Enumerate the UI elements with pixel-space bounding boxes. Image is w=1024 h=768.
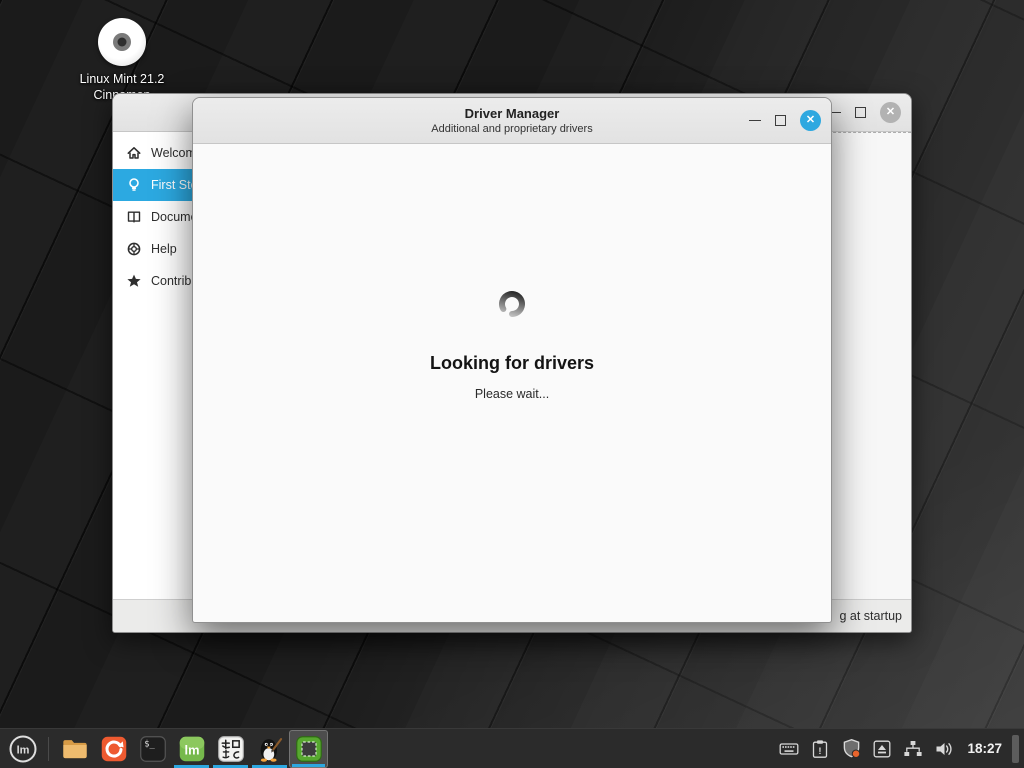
home-icon <box>126 145 142 161</box>
removable-media-icon[interactable] <box>871 738 893 760</box>
status-message: Please wait... <box>475 387 549 401</box>
window-subtitle: Additional and proprietary drivers <box>193 123 831 135</box>
system-tray: ! <box>778 738 955 760</box>
minimize-icon[interactable] <box>749 120 761 122</box>
status-heading: Looking for drivers <box>430 353 594 374</box>
volume-icon[interactable] <box>933 738 955 760</box>
active-window-indicator <box>252 765 287 768</box>
window-button-input-method[interactable] <box>211 730 250 768</box>
launcher-terminal[interactable]: $_ <box>133 730 172 768</box>
desktop-icon-label-line1: Linux Mint 21.2 <box>64 72 180 88</box>
input-method-icon <box>217 735 245 763</box>
keyboard-layout-icon[interactable] <box>778 738 800 760</box>
desktop-icon-linux-mint-iso[interactable]: Linux Mint 21.2 Cinnamon <box>64 18 180 103</box>
tux-penguin-icon <box>256 735 284 763</box>
window-title: Driver Manager <box>193 106 831 121</box>
show-at-startup-label[interactable]: g at startup <box>839 609 902 623</box>
window-button-welcome-app[interactable]: lm <box>172 730 211 768</box>
active-window-indicator <box>292 764 325 767</box>
lightbulb-icon <box>126 177 142 193</box>
sidebar-item-label: Help <box>151 242 177 256</box>
window-button-tux-tool[interactable] <box>250 730 289 768</box>
maximize-icon[interactable] <box>775 115 786 126</box>
welcome-window-controls: ✕ <box>829 94 901 131</box>
window-button-screenshot-tool[interactable] <box>289 730 328 768</box>
close-icon[interactable]: ✕ <box>880 102 901 123</box>
network-icon[interactable] <box>902 738 924 760</box>
lifebuoy-icon <box>126 241 142 257</box>
book-icon <box>126 209 142 225</box>
close-icon[interactable]: ✕ <box>800 110 821 131</box>
svg-text:lm: lm <box>17 744 30 756</box>
taskbar-separator <box>48 737 49 761</box>
show-desktop-button[interactable] <box>1012 735 1019 763</box>
launcher-web-browser[interactable] <box>94 730 133 768</box>
screenshot-tool-icon <box>295 735 323 763</box>
terminal-icon: $_ <box>139 735 167 763</box>
clock[interactable]: 18:27 <box>967 741 1002 756</box>
taskbar: lm $_ <box>0 728 1024 768</box>
launcher-file-manager[interactable] <box>55 730 94 768</box>
desktop-background: Linux Mint 21.2 Cinnamon ✕ Welcome <box>0 0 1024 768</box>
driver-manager-titlebar[interactable]: Driver Manager Additional and proprietar… <box>193 98 831 144</box>
driver-manager-body: Looking for drivers Please wait... <box>193 144 831 622</box>
star-icon <box>126 273 142 289</box>
driver-manager-titles: Driver Manager Additional and proprietar… <box>193 106 831 135</box>
active-window-indicator <box>174 765 209 768</box>
mint-logo-icon: lm <box>8 734 38 764</box>
loading-spinner-icon <box>496 288 528 320</box>
terminal-prompt-glyph: $_ <box>144 739 155 749</box>
update-manager-shield-icon[interactable] <box>840 738 862 760</box>
driver-manager-window: Driver Manager Additional and proprietar… <box>192 97 832 623</box>
mint-menu-button[interactable]: lm <box>4 730 42 768</box>
folder-icon <box>61 735 89 763</box>
clipboard-alert-icon[interactable]: ! <box>809 738 831 760</box>
active-window-indicator <box>213 765 248 768</box>
mint-welcome-icon: lm <box>178 735 206 763</box>
mint-logo-glyph: lm <box>184 742 199 757</box>
disc-icon <box>98 18 146 66</box>
browser-icon <box>100 735 128 763</box>
driver-manager-window-controls: ✕ <box>749 98 821 143</box>
svg-text:!: ! <box>819 745 822 756</box>
maximize-icon[interactable] <box>855 107 866 118</box>
